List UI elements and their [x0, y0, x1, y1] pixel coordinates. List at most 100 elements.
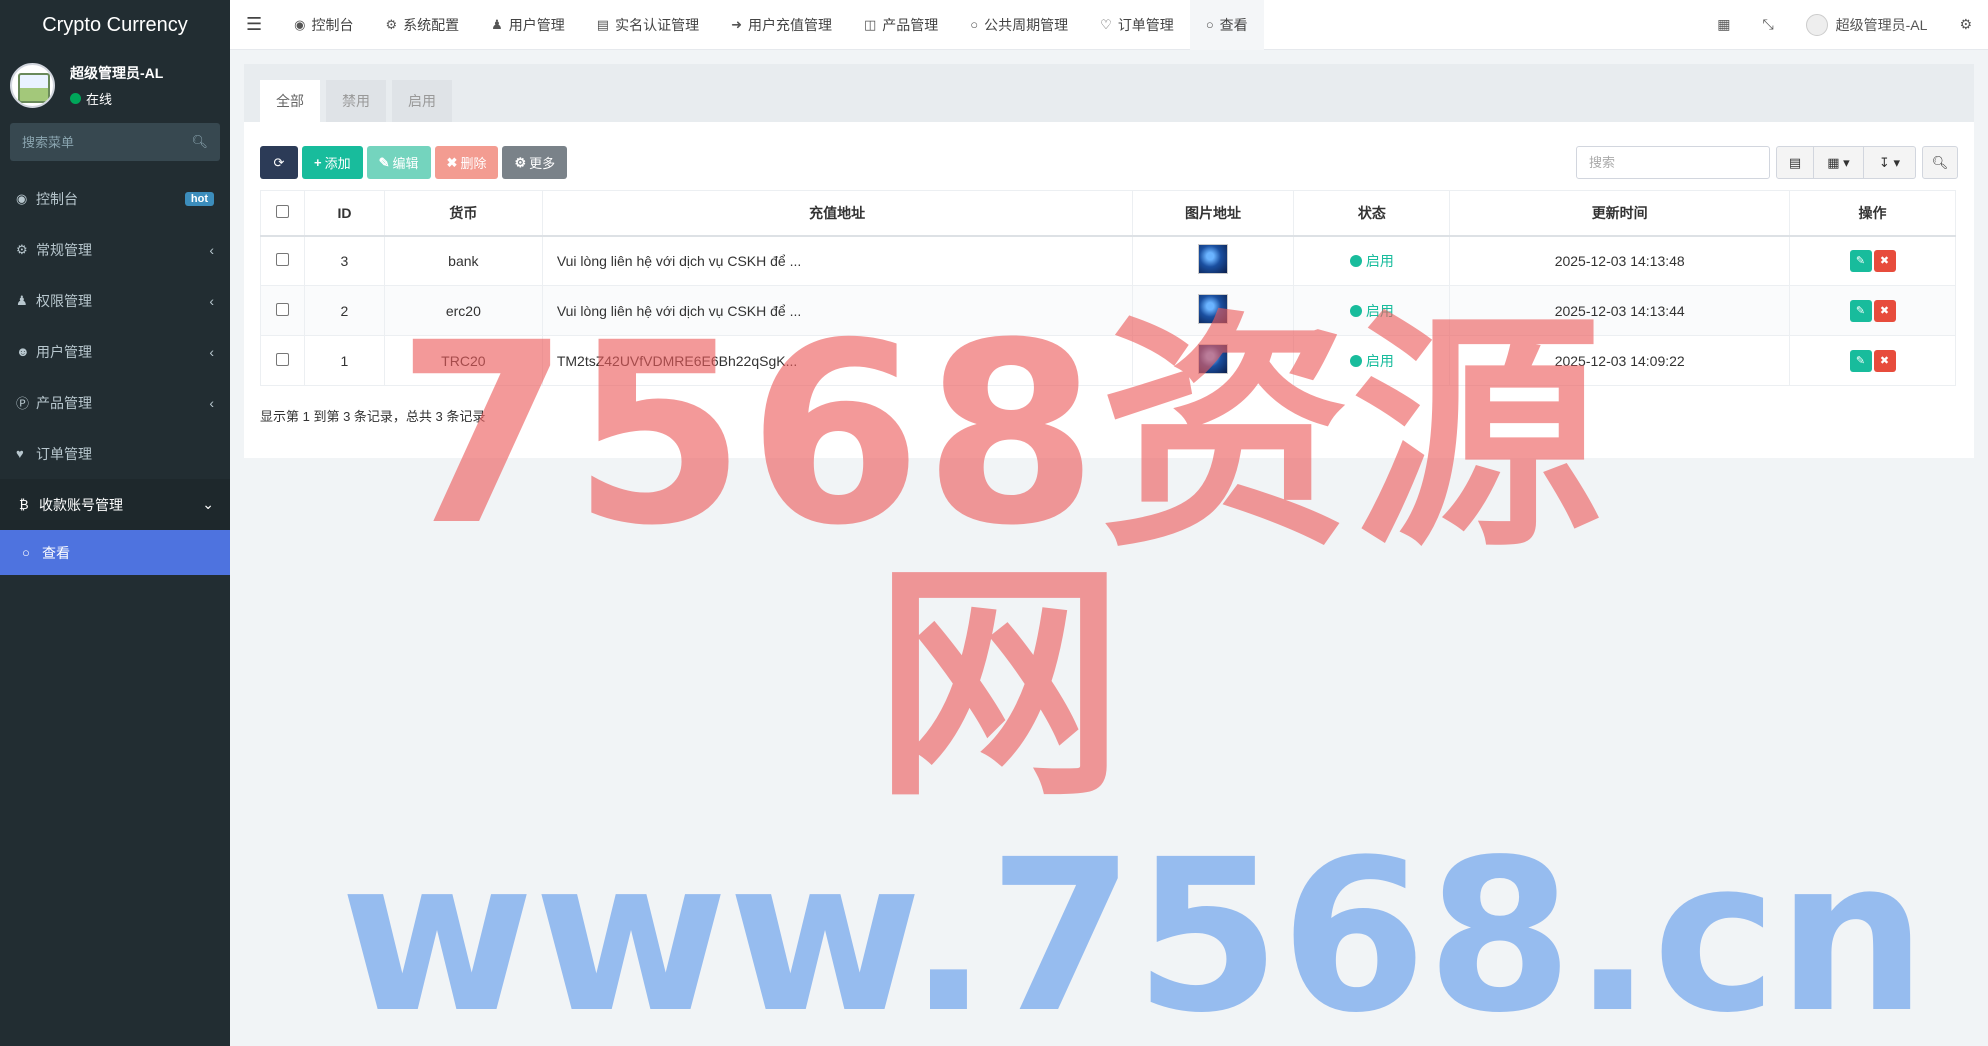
sidebar-item-general[interactable]: ⚙ 常规管理 ‹ — [0, 224, 230, 275]
row-edit-button[interactable]: ✎ — [1849, 349, 1872, 372]
table-row[interactable]: 2 erc20 Vui lòng liên hệ với dịch vụ CSK… — [260, 285, 1956, 336]
cell-status: 启用 — [1293, 335, 1451, 386]
delete-button[interactable]: ✖ 删除 — [434, 146, 499, 179]
sidebar-item-users[interactable]: ☻ 用户管理 ‹ — [0, 326, 230, 377]
thumbnail-image[interactable] — [1197, 294, 1228, 324]
refresh-button[interactable]: ⟳ — [260, 146, 298, 179]
sidebar-item-payment-accounts[interactable]: ₿ 收款账号管理 ⌄ — [0, 479, 230, 530]
sidebar-item-dashboard[interactable]: ◉ 控制台 hot — [0, 173, 230, 224]
app-logo[interactable]: Crypto Currency — [0, 0, 230, 50]
cogs-icon: ⚙ — [16, 241, 28, 257]
bitcoin-icon: ₿ — [19, 497, 29, 512]
cell-id: 1 — [303, 335, 385, 386]
submenu: ○ 查看 — [0, 530, 230, 575]
avatar — [1805, 13, 1828, 36]
tabs-bar: 全部 禁用 启用 — [244, 64, 1974, 122]
status-dot-icon — [1349, 254, 1362, 267]
dashboard-icon: ◉ — [294, 16, 306, 32]
data-table: ID 货币 充值地址 图片地址 状态 更新时间 操作 3 bank Vui lò… — [260, 190, 1956, 386]
heartbeat-icon: ♥ — [16, 446, 24, 461]
advanced-search-button[interactable]: 🔍︎ — [1922, 146, 1958, 179]
user-menu[interactable]: 超级管理员-AL — [1790, 0, 1944, 50]
toolbar: ⟳ + 添加 ✎ 编辑 ✖ 删除 ⚙ 更多 — [260, 146, 571, 179]
search-icon[interactable]: 🔍︎ — [191, 134, 208, 150]
status-dot-icon — [1349, 354, 1362, 367]
topnav-recharge[interactable]: ➜ 用户充值管理 — [715, 0, 848, 50]
tab-all[interactable]: 全部 — [260, 80, 320, 122]
top-nav: ☰ ◉ 控制台 ⚙ 系统配置 ♟ 用户管理 ▤ 实名认证管理 ➜ 用户充值管理 ◫ 产品管理… — [230, 0, 1264, 50]
cell-actions: ✎ ✖ — [1789, 285, 1956, 336]
group-icon: ♟ — [16, 292, 28, 308]
export-button[interactable]: ↧ ▾ — [1864, 146, 1916, 179]
bag-icon: ◫ — [864, 16, 877, 32]
hot-badge: hot — [184, 191, 214, 206]
language-icon[interactable]: ▦ — [1701, 0, 1746, 50]
cell-updated: 2025-12-03 14:13:48 — [1449, 235, 1791, 286]
row-checkbox[interactable] — [260, 285, 305, 336]
cell-image[interactable] — [1131, 335, 1295, 386]
header-updated[interactable]: 更新时间 — [1449, 190, 1791, 237]
sidebar-item-orders[interactable]: ♥ 订单管理 — [0, 428, 230, 479]
user-name: 超级管理员-AL — [70, 64, 164, 81]
tab-enabled[interactable]: 启用 — [392, 80, 452, 122]
cell-address: TM2tsZ42UVfVDMRE6E6Bh22qSgK... — [541, 335, 1133, 386]
sidebar: Crypto Currency 超级管理员-AL 在线 🔍︎ ◉ 控制台 hot… — [0, 0, 230, 1046]
tab-disabled[interactable]: 禁用 — [326, 80, 386, 122]
row-delete-button[interactable]: ✖ — [1873, 299, 1896, 322]
row-checkbox[interactable] — [260, 335, 305, 386]
columns-button[interactable]: ▦ ▾ — [1814, 146, 1864, 179]
more-button[interactable]: ⚙ 更多 — [502, 146, 568, 179]
cell-currency: bank — [383, 235, 543, 286]
table-header-row: ID 货币 充值地址 图片地址 状态 更新时间 操作 — [260, 190, 1956, 237]
dashboard-icon: ◉ — [16, 190, 28, 206]
table-row[interactable]: 1 TRC20 TM2tsZ42UVfVDMRE6E6Bh22qSgK... 启… — [260, 335, 1956, 386]
fullscreen-icon[interactable]: ⤡ — [1746, 0, 1789, 50]
row-delete-button[interactable]: ✖ — [1873, 349, 1896, 372]
header-image[interactable]: 图片地址 — [1131, 190, 1295, 237]
header-address[interactable]: 充值地址 — [541, 190, 1133, 237]
cog-icon: ⚙ — [385, 16, 398, 32]
topnav-system-config[interactable]: ⚙ 系统配置 — [369, 0, 475, 50]
cell-image[interactable] — [1131, 235, 1295, 286]
trash-icon: ✖ — [446, 154, 458, 170]
topnav-dashboard[interactable]: ◉ 控制台 — [278, 0, 369, 50]
thumbnail-image[interactable] — [1197, 244, 1228, 275]
chevron-left-icon: ‹ — [209, 394, 214, 411]
table-search-input[interactable] — [1576, 146, 1770, 179]
table-row[interactable]: 3 bank Vui lòng liên hệ với dịch vụ CSKH… — [260, 235, 1956, 286]
sidebar-toggle-icon[interactable]: ☰ — [230, 0, 278, 50]
settings-icon[interactable]: ⚙ — [1943, 0, 1988, 50]
online-dot-icon — [70, 92, 81, 104]
sign-in-icon: ➜ — [731, 16, 742, 32]
search-icon: 🔍︎ — [1931, 154, 1949, 170]
header-id[interactable]: ID — [303, 190, 385, 237]
row-delete-button[interactable]: ✖ — [1873, 249, 1896, 272]
sidebar-search-input[interactable] — [22, 134, 172, 150]
plus-icon: + — [314, 155, 322, 170]
row-checkbox[interactable] — [260, 235, 305, 286]
row-edit-button[interactable]: ✎ — [1849, 249, 1872, 272]
status-dot-icon — [1349, 304, 1362, 317]
header-currency[interactable]: 货币 — [383, 190, 543, 237]
cell-currency: erc20 — [383, 285, 543, 336]
sidebar-item-permissions[interactable]: ♟ 权限管理 ‹ — [0, 275, 230, 326]
edit-button[interactable]: ✎ 编辑 — [366, 146, 431, 179]
sidebar-item-products[interactable]: Ⓟ 产品管理 ‹ — [0, 377, 230, 428]
topnav-cycles[interactable]: ○ 公共周期管理 — [954, 0, 1084, 50]
row-edit-button[interactable]: ✎ — [1849, 299, 1872, 322]
select-all-checkbox[interactable] — [260, 190, 305, 237]
add-button[interactable]: + 添加 — [302, 146, 363, 179]
toggle-view-button[interactable]: ▤ — [1776, 146, 1814, 179]
sidebar-subitem-view[interactable]: ○ 查看 — [0, 530, 230, 575]
cell-image[interactable] — [1131, 285, 1295, 336]
topnav-users[interactable]: ♟ 用户管理 — [475, 0, 581, 50]
heartbeat-icon: ♡ — [1100, 16, 1112, 32]
user-status: 在线 — [70, 89, 163, 108]
topnav-products[interactable]: ◫ 产品管理 — [848, 0, 954, 50]
id-card-icon: ▤ — [596, 16, 610, 32]
topnav-orders[interactable]: ♡ 订单管理 — [1084, 0, 1190, 50]
topnav-view[interactable]: ○ 查看 — [1189, 0, 1264, 50]
topnav-kyc[interactable]: ▤ 实名认证管理 — [581, 0, 715, 50]
header-status[interactable]: 状态 — [1293, 190, 1451, 237]
thumbnail-image[interactable] — [1197, 344, 1228, 374]
